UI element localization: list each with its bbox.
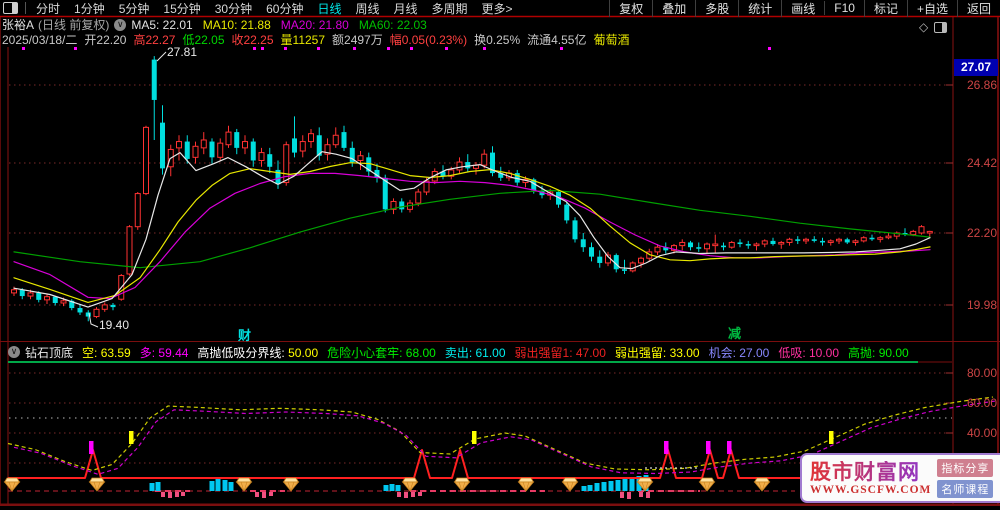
quote-item: 葡萄酒 xyxy=(593,33,630,47)
indicator-item: 高抛: 90.00 xyxy=(848,345,909,360)
top-menubar: 分时 1分钟 5分钟 15分钟 30分钟 60分钟 日线 周线 月线 多周期 更多> 复权 叠加 多股统… xyxy=(0,0,1000,17)
button-标记[interactable]: 标记 xyxy=(863,0,907,17)
indicator-values: 空: 63.59 多: 59.44 高抛低吸分界线: 50.00 危险小心套牢: 68… xyxy=(82,344,918,361)
split-panel-icon[interactable] xyxy=(934,21,948,33)
tab-日线[interactable]: 日线 xyxy=(310,0,348,17)
chart-corner-icons: ◇ xyxy=(919,20,948,34)
diamond-tool-icon[interactable]: ◇ xyxy=(919,20,928,34)
indicator-label-80.00: 80.00 xyxy=(966,366,997,380)
price-label-22.20: 22.20 xyxy=(966,226,997,240)
peak-annotation: 27.81 xyxy=(167,45,198,59)
watermark-url: WWW.GSCFW.COM xyxy=(810,483,932,496)
button-叠加[interactable]: 叠加 xyxy=(652,0,695,17)
tab-1分钟[interactable]: 1分钟 xyxy=(67,0,112,17)
tab-多周期[interactable]: 多周期 xyxy=(425,0,475,17)
quote-item: 流通4.55亿 xyxy=(527,33,587,47)
tab-30分钟[interactable]: 30分钟 xyxy=(208,0,259,17)
price-label-19.98: 19.98 xyxy=(966,298,997,312)
diamond-signal-icon xyxy=(282,477,300,492)
ma-readout-MA5: MA5: 22.01 xyxy=(131,17,193,32)
price-highlight-box: 27.07 xyxy=(954,59,998,76)
button-画线[interactable]: 画线 xyxy=(781,0,824,17)
quote-item: 幅0.05(0.23%) xyxy=(389,33,468,47)
price-label-24.42: 24.42 xyxy=(966,156,997,170)
ma-readouts: MA5: 22.01 MA10: 21.88 MA20: 21.80 MA60: 22… xyxy=(131,18,427,32)
quote-item: 额2497万 xyxy=(332,33,383,47)
diamond-signal-icon xyxy=(235,477,253,492)
cai-marker: 财 xyxy=(238,328,252,343)
indicator-item: 多: 59.44 xyxy=(139,345,189,360)
collapse-indicator-icon[interactable]: ∨ xyxy=(8,346,20,358)
button-F10[interactable]: F10 xyxy=(824,1,864,15)
indicator-item: 弱出强留1: 47.00 xyxy=(514,345,606,360)
indicator-item: 机会: 27.00 xyxy=(708,345,770,360)
indicator-item: 危险小心套牢: 68.00 xyxy=(327,345,436,360)
indicator-item: 卖出: 61.00 xyxy=(444,345,506,360)
watermark-badge-2: 名师课程 xyxy=(937,479,994,498)
ma-line-MA20 xyxy=(13,172,931,300)
ma-line-MA5 xyxy=(13,151,931,308)
ma-line-MA10 xyxy=(13,162,931,303)
watermark-badge-1: 指标分享 xyxy=(937,458,994,477)
button-返回[interactable]: 返回 xyxy=(956,0,1000,17)
quote-item: 量11257 xyxy=(280,33,326,47)
quote-item: 收22.25 xyxy=(231,33,274,47)
toolbar-buttons: 复权 叠加 多股 统计 画线 F10 标记 +自选 返回 xyxy=(609,0,1000,17)
watermark-title: 股市财富网 xyxy=(810,461,931,484)
diamond-signal-icon xyxy=(401,477,419,492)
diamond-signal-icon xyxy=(517,477,535,492)
ma-readout-MA10: MA10: 21.88 xyxy=(202,17,271,32)
indicator-item: 高抛低吸分界线: 50.00 xyxy=(197,345,319,360)
quote-item: 换0.25% xyxy=(474,33,521,47)
diamond-signal-icon xyxy=(453,477,471,492)
button-多股[interactable]: 多股 xyxy=(695,0,738,17)
tab-5分钟[interactable]: 5分钟 xyxy=(112,0,157,17)
diamond-signal-icon xyxy=(88,477,106,492)
indicator-label-40.00: 40.00 xyxy=(966,426,997,440)
button-统计[interactable]: 统计 xyxy=(738,0,781,17)
diamond-signal-icon xyxy=(698,477,716,492)
tab-15分钟[interactable]: 15分钟 xyxy=(156,0,207,17)
button-+自选[interactable]: +自选 xyxy=(906,0,957,17)
quote-row: 2025/03/18/二 开22.20 高22.27 低22.05 收22.25 量112… xyxy=(2,32,637,47)
jian-marker: 减 xyxy=(728,326,742,341)
tab-60分钟[interactable]: 60分钟 xyxy=(259,0,310,17)
indicator-title[interactable]: 钻石顶底 xyxy=(25,344,73,361)
indicator-header: ∨ 钻石顶底 空: 63.59 多: 59.44 高抛低吸分界线: 50.00 危险小… xyxy=(8,343,918,361)
quote-item: 2025/03/18/二 xyxy=(2,33,78,47)
ma-readout-MA20: MA20: 21.80 xyxy=(280,17,349,32)
period-tabs: 分时 1分钟 5分钟 15分钟 30分钟 60分钟 日线 周线 月线 多周期 更多> xyxy=(29,0,520,17)
window-panel-icon[interactable] xyxy=(3,2,18,14)
indicator-item: 弱出强留: 33.00 xyxy=(614,345,700,360)
low-annotation: 19.40 xyxy=(99,318,130,332)
price-label-26.86: 26.86 xyxy=(966,78,997,92)
diamond-signal-icon xyxy=(3,477,21,492)
stock-app-window: { "menu": { "tabs": [ {"label":"分时","act… xyxy=(0,0,1000,510)
indicator-label-60.00: 60.00 xyxy=(966,396,997,410)
tab-周线[interactable]: 周线 xyxy=(348,0,386,17)
tab-更多>[interactable]: 更多> xyxy=(475,0,520,17)
button-复权[interactable]: 复权 xyxy=(609,0,652,17)
stock-info-row: 张裕A (日线 前复权) ∨ MA5: 22.01 MA10: 21.88 MA20… xyxy=(2,17,427,33)
indicator-item: 低吸: 10.00 xyxy=(778,345,840,360)
tab-分时[interactable]: 分时 xyxy=(29,0,67,17)
ma-readout-MA60: MA60: 22.03 xyxy=(358,17,427,32)
diamond-signal-icon xyxy=(561,477,579,492)
candles xyxy=(11,56,933,322)
menu-divider xyxy=(25,2,26,14)
site-watermark: 股市财富网 WWW.GSCFW.COM 指标分享 名师课程 xyxy=(800,453,1000,503)
quote-item: 开22.20 xyxy=(84,33,127,47)
diamond-signal-icon xyxy=(753,477,771,492)
indicator-item: 空: 63.59 xyxy=(82,345,131,360)
chevron-down-icon[interactable]: ∨ xyxy=(114,18,127,31)
tab-月线[interactable]: 月线 xyxy=(387,0,425,17)
